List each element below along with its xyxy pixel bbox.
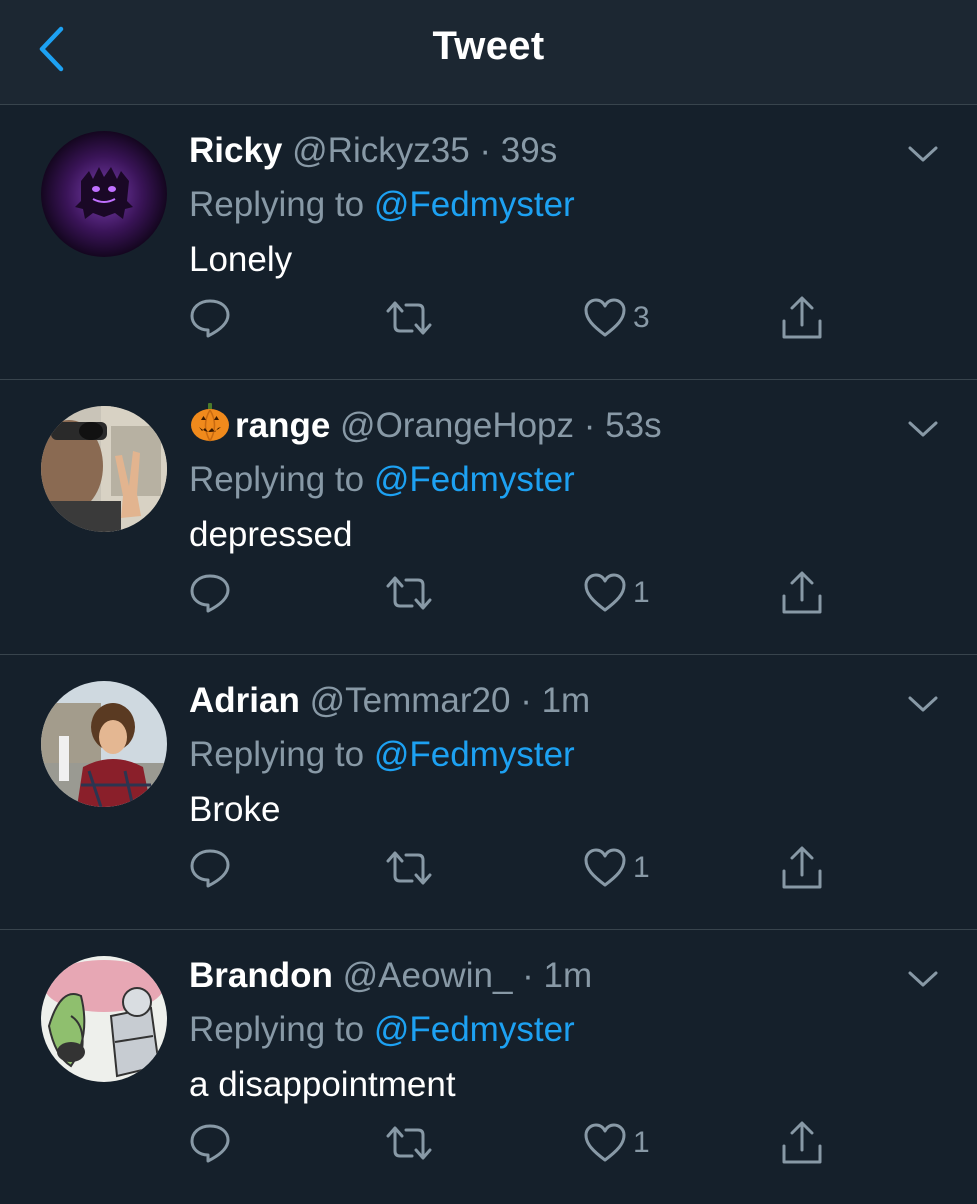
share-icon — [782, 1121, 822, 1164]
like-count: 1 — [633, 1126, 650, 1159]
reply-icon — [190, 1124, 230, 1163]
tweet-actions: 1 — [0, 843, 977, 893]
tweet-actions: 1 — [0, 568, 977, 618]
share-button[interactable] — [780, 293, 824, 343]
retweet-icon — [386, 1126, 432, 1160]
reply-icon — [190, 299, 230, 338]
like-icon — [584, 848, 626, 887]
separator: · — [479, 131, 492, 170]
avatar[interactable] — [41, 406, 167, 532]
like-button[interactable]: 1 — [583, 1118, 650, 1168]
display-name[interactable]: Ricky — [189, 131, 282, 170]
retweet-button[interactable] — [384, 293, 434, 343]
user-handle[interactable]: @Aeowin_ — [343, 956, 513, 995]
tweet-text: depressed — [189, 515, 353, 554]
replying-label: Replying to — [189, 460, 365, 499]
tweet-item[interactable]: range @OrangeHopz · 53s Replying to @Fed… — [0, 380, 977, 655]
reply-button[interactable] — [188, 843, 232, 893]
retweet-button[interactable] — [384, 1118, 434, 1168]
retweet-icon — [386, 576, 432, 610]
like-button[interactable]: 1 — [583, 568, 650, 618]
tweet-options-button[interactable] — [905, 689, 941, 719]
avatar[interactable] — [41, 131, 167, 257]
reply-icon — [190, 849, 230, 888]
like-count: 3 — [633, 301, 650, 334]
page-title: Tweet — [432, 24, 545, 68]
tweet-text: a disappointment — [189, 1065, 456, 1104]
tweet-item[interactable]: Ricky @Rickyz35 · 39s Replying to @Fedmy… — [0, 105, 977, 380]
timestamp[interactable]: 1m — [544, 956, 593, 995]
chevron-down-icon — [908, 696, 938, 712]
like-count: 1 — [633, 851, 650, 884]
replying-label: Replying to — [189, 735, 365, 774]
tweet-options-button[interactable] — [905, 964, 941, 994]
tweet-options-button[interactable] — [905, 414, 941, 444]
share-icon — [782, 846, 822, 889]
separator: · — [583, 406, 596, 445]
tweet-text: Broke — [189, 790, 281, 829]
timestamp[interactable]: 1m — [542, 681, 591, 720]
reply-icon — [190, 574, 230, 613]
display-name[interactable]: Brandon — [189, 956, 333, 995]
mention-link[interactable]: @Fedmyster — [374, 735, 575, 774]
separator: · — [522, 956, 534, 995]
timestamp[interactable]: 39s — [501, 131, 557, 170]
reply-button[interactable] — [188, 1118, 232, 1168]
separator: · — [520, 681, 532, 720]
like-button[interactable]: 1 — [583, 843, 650, 893]
user-handle[interactable]: @OrangeHopz — [340, 406, 574, 445]
reply-button[interactable] — [188, 293, 232, 343]
like-button[interactable]: 3 — [583, 293, 650, 343]
tweet-item[interactable]: Brandon @Aeowin_ · 1m Replying to @Fedmy… — [0, 930, 977, 1204]
chevron-down-icon — [908, 146, 938, 162]
replying-label: Replying to — [189, 185, 365, 224]
like-icon — [584, 1123, 626, 1162]
user-handle[interactable]: @Temmar20 — [310, 681, 511, 720]
chevron-down-icon — [908, 971, 938, 987]
mention-link[interactable]: @Fedmyster — [374, 460, 575, 499]
avatar[interactable] — [41, 681, 167, 807]
mention-link[interactable]: @Fedmyster — [374, 1010, 575, 1049]
display-name[interactable]: Adrian — [189, 681, 300, 720]
retweet-button[interactable] — [384, 568, 434, 618]
replying-to-line: Replying to @Fedmyster — [189, 727, 917, 782]
replying-to-line: Replying to @Fedmyster — [189, 1002, 917, 1057]
tweet-actions: 1 — [0, 1118, 977, 1168]
timestamp[interactable]: 53s — [605, 406, 661, 445]
like-icon — [584, 573, 626, 612]
avatar[interactable] — [41, 956, 167, 1082]
share-button[interactable] — [780, 843, 824, 893]
share-button[interactable] — [780, 568, 824, 618]
like-count: 1 — [633, 576, 650, 609]
retweet-icon — [386, 851, 432, 885]
user-handle[interactable]: @Rickyz35 — [292, 131, 470, 170]
share-icon — [782, 571, 822, 614]
reply-button[interactable] — [188, 568, 232, 618]
replying-to-line: Replying to @Fedmyster — [189, 177, 917, 232]
tweet-options-button[interactable] — [905, 139, 941, 169]
share-button[interactable] — [780, 1118, 824, 1168]
replying-label: Replying to — [189, 1010, 365, 1049]
tweet-actions: 3 — [0, 293, 977, 343]
header-bar: Tweet — [0, 0, 977, 105]
retweet-icon — [386, 301, 432, 335]
tweet-item[interactable]: Adrian @Temmar20 · 1m Replying to @Fedmy… — [0, 655, 977, 930]
like-icon — [584, 298, 626, 337]
share-icon — [782, 296, 822, 339]
retweet-button[interactable] — [384, 843, 434, 893]
display-name[interactable]: range — [235, 406, 330, 445]
tweet-text: Lonely — [189, 240, 293, 279]
replying-to-line: Replying to @Fedmyster — [189, 452, 917, 507]
mention-link[interactable]: @Fedmyster — [374, 185, 575, 224]
pumpkin-emoji-icon — [191, 403, 229, 442]
chevron-down-icon — [908, 421, 938, 437]
